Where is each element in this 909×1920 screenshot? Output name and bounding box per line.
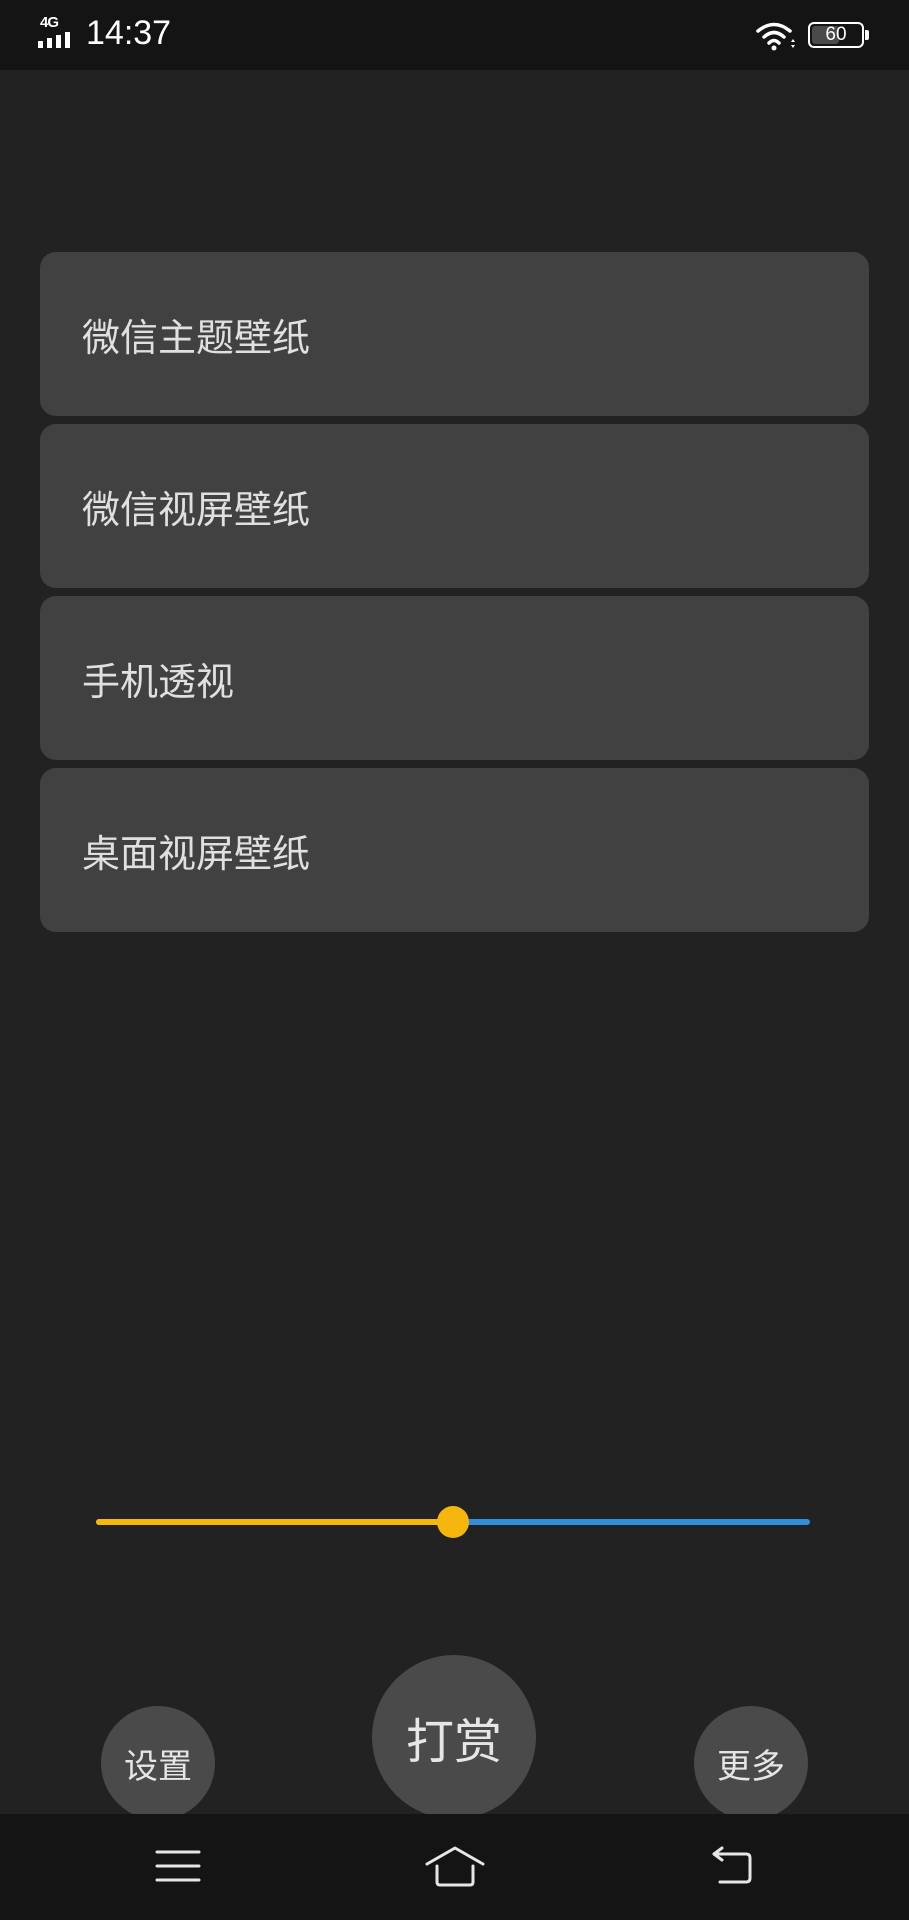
network-type: 4G [40, 14, 59, 31]
navigation-bar [0, 1814, 909, 1920]
menu-list: 微信主题壁纸 微信视屏壁纸 手机透视 桌面视屏壁纸 [40, 252, 869, 940]
nav-back-button[interactable] [697, 1834, 767, 1898]
home-icon [425, 1846, 485, 1887]
more-button[interactable]: 更多 [694, 1706, 808, 1820]
menu-item-label: 桌面视屏壁纸 [82, 831, 311, 876]
more-button-label: 更多 [717, 1746, 785, 1787]
menu-item-desktop-video-wallpaper[interactable]: 桌面视屏壁纸 [40, 768, 869, 932]
status-time: 14:37 [86, 14, 172, 52]
settings-button-label: 设置 [124, 1746, 192, 1787]
settings-button[interactable]: 设置 [101, 1706, 215, 1820]
battery-icon: 60 [808, 22, 864, 48]
menu-item-wechat-video-wallpaper[interactable]: 微信视屏壁纸 [40, 424, 869, 588]
nav-home-button[interactable] [420, 1834, 490, 1898]
menu-item-label: 手机透视 [82, 659, 235, 704]
menu-icon [155, 1850, 201, 1882]
slider-fill [96, 1519, 453, 1525]
app-screen: 4G 14:37 60 微信主题壁纸 微信视屏壁纸 手机透视 桌面视屏壁纸 设置… [0, 0, 909, 1920]
reward-button-label: 打赏 [405, 1714, 502, 1770]
wifi-icon [756, 22, 795, 51]
battery-tip [865, 30, 869, 40]
back-icon [712, 1846, 752, 1884]
signal-icon: 4G [38, 14, 78, 50]
slider-thumb[interactable] [437, 1506, 469, 1538]
reward-button[interactable]: 打赏 [372, 1655, 536, 1819]
menu-item-label: 微信主题壁纸 [82, 315, 311, 360]
opacity-slider[interactable] [96, 1502, 810, 1542]
nav-menu-button[interactable] [143, 1834, 213, 1898]
menu-item-label: 微信视屏壁纸 [82, 487, 311, 532]
status-bar: 4G 14:37 60 [0, 0, 909, 70]
battery-level: 60 [825, 24, 847, 45]
menu-item-wechat-theme-wallpaper[interactable]: 微信主题壁纸 [40, 252, 869, 416]
menu-item-phone-transparent[interactable]: 手机透视 [40, 596, 869, 760]
